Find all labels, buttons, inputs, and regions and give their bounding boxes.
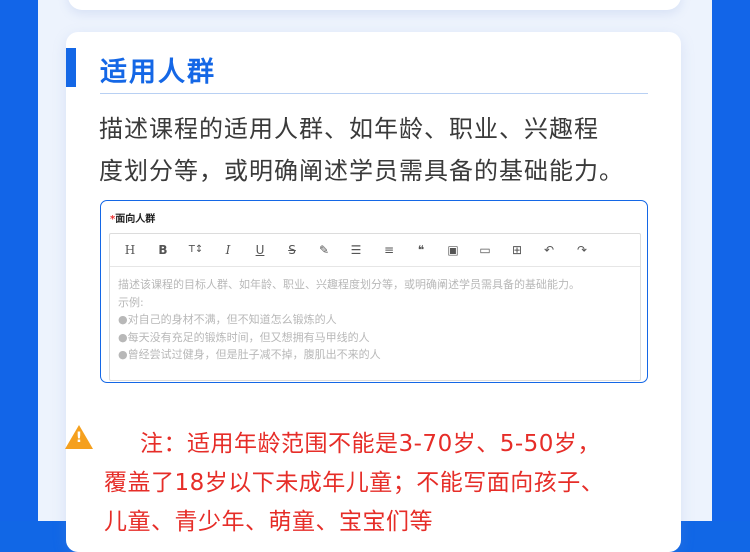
undo-icon[interactable]: ↶ (541, 242, 557, 258)
description-line: 描述课程的适用人群、如年龄、职业、兴趣程 (99, 115, 599, 143)
placeholder-line: 示例: (118, 295, 144, 309)
left-frame (0, 0, 38, 521)
audience-editor: *面向人群 H B T↕ I U S ✎ ☰ ≡ ❝ ▣ ▭ ⊞ ↶ ↷ 描述该… (100, 200, 648, 383)
underline-icon[interactable]: U (252, 242, 268, 258)
placeholder-line: ●对自己的身材不满，但不知道怎么锻炼的人 (118, 313, 337, 326)
editor-input[interactable]: 描述该课程的目标人群、如年龄、职业、兴趣程度划分等，或明确阐述学员需具备的基础能… (118, 276, 633, 364)
placeholder-line: 描述该课程的目标人群、如年龄、职业、兴趣程度划分等，或明确阐述学员需具备的基础能… (118, 278, 580, 291)
bullet-list-icon[interactable]: ☰ (348, 242, 364, 258)
note-line: 注：适用年龄范围不能是3-70岁、5-50岁， (140, 431, 601, 457)
title-accent-bar (66, 48, 76, 87)
description-line: 度划分等，或明确阐述学员需具备的基础能力。 (99, 157, 624, 185)
italic-icon[interactable]: I (220, 242, 236, 258)
section-title: 适用人群 (100, 57, 216, 88)
bold-icon[interactable]: B (155, 242, 171, 258)
note-line: 儿童、青少年、萌童、宝宝们等 (104, 509, 433, 535)
section-description: 描述课程的适用人群、如年龄、职业、兴趣程 度划分等，或明确阐述学员需具备的基础能… (99, 108, 659, 192)
quote-icon[interactable]: ❝ (413, 242, 429, 258)
redo-icon[interactable]: ↷ (574, 242, 590, 258)
right-frame (712, 0, 750, 521)
editor-toolbar: H B T↕ I U S ✎ ☰ ≡ ❝ ▣ ▭ ⊞ ↶ ↷ (110, 234, 640, 267)
rich-text-editor: H B T↕ I U S ✎ ☰ ≡ ❝ ▣ ▭ ⊞ ↶ ↷ 描述该课程的目标人… (109, 233, 641, 381)
image-icon[interactable]: ▣ (445, 242, 461, 258)
highlight-icon[interactable]: ✎ (316, 242, 332, 258)
placeholder-line: ●每天没有充足的锻炼时间，但又想拥有马甲线的人 (118, 330, 370, 344)
placeholder-line: ●曾经尝试过健身，但是肚子减不掉，腹肌出不来的人 (118, 348, 381, 361)
strikethrough-icon[interactable]: S (284, 242, 300, 258)
note-line: 覆盖了18岁以下未成年儿童；不能写面向孩子、 (104, 470, 605, 496)
table-icon[interactable]: ⊞ (509, 242, 525, 258)
font-size-icon[interactable]: T↕ (188, 242, 204, 258)
editor-label-text: 面向人群 (115, 214, 156, 225)
warning-icon-mark: ! (75, 430, 83, 446)
title-divider (100, 93, 648, 94)
heading-icon[interactable]: H (122, 242, 138, 258)
editor-label: *面向人群 (110, 210, 155, 225)
file-icon[interactable]: ▭ (477, 242, 493, 258)
previous-card (68, 0, 681, 10)
align-icon[interactable]: ≡ (381, 242, 397, 258)
